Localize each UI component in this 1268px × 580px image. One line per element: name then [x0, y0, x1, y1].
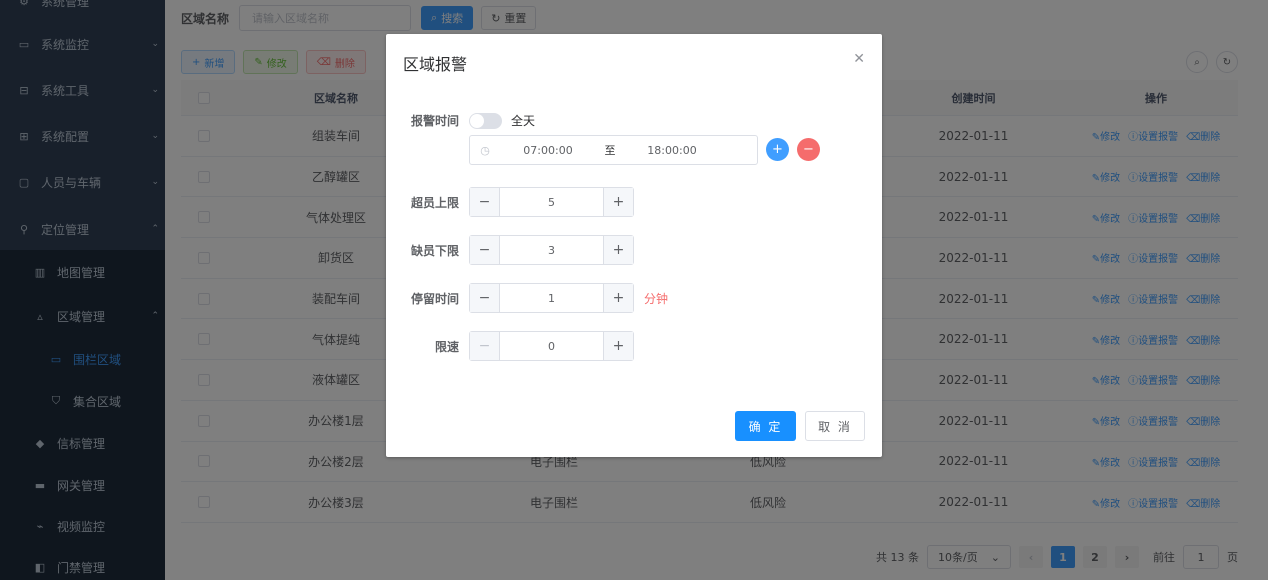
- close-icon[interactable]: ✕: [853, 51, 865, 67]
- alarm-time-row: 报警时间 全天: [386, 112, 535, 129]
- end-time[interactable]: 18:00:00: [624, 144, 720, 157]
- all-day-label: 全天: [511, 114, 536, 128]
- stay-time-label: 停留时间: [410, 291, 459, 306]
- decrement-button[interactable]: −: [470, 236, 500, 264]
- decrement-button[interactable]: −: [470, 188, 500, 216]
- over-limit-label: 超员上限: [410, 195, 459, 210]
- plus-icon: +: [772, 142, 783, 157]
- increment-button[interactable]: +: [603, 332, 633, 360]
- increment-button[interactable]: +: [603, 188, 633, 216]
- range-separator: 至: [604, 144, 616, 157]
- increment-button[interactable]: +: [603, 236, 633, 264]
- dialog-title: 区域报警: [403, 55, 468, 74]
- stay-time-unit: 分钟: [644, 291, 669, 306]
- clock-icon: ◷: [480, 143, 490, 157]
- add-time-range-button[interactable]: +: [766, 138, 789, 161]
- app-root: ⚙ 系统管理 ▭ 系统监控 ⌄ ⊟ 系统工具 ⌄ ⊞ 系统配置 ⌄ ▢ 人员与车…: [0, 0, 1268, 580]
- decrement-button[interactable]: −: [470, 284, 500, 312]
- under-limit-row: 缺员下限 − 3 +: [386, 235, 634, 265]
- start-time[interactable]: 07:00:00: [500, 144, 596, 157]
- alarm-time-label: 报警时间: [410, 114, 459, 128]
- increment-button[interactable]: +: [603, 284, 633, 312]
- speed-limit-label: 限速: [434, 339, 459, 354]
- confirm-button[interactable]: 确 定: [735, 411, 796, 441]
- stay-time-input[interactable]: 1: [500, 292, 603, 305]
- over-limit-stepper: − 5 +: [469, 187, 634, 217]
- minus-icon: −: [803, 142, 814, 157]
- stay-time-stepper: − 1 +: [469, 283, 634, 313]
- under-limit-stepper: − 3 +: [469, 235, 634, 265]
- all-day-switch[interactable]: [469, 112, 502, 129]
- speed-limit-stepper: − 0 +: [469, 331, 634, 361]
- cancel-button[interactable]: 取 消: [805, 411, 865, 441]
- under-limit-input[interactable]: 3: [500, 244, 603, 257]
- speed-limit-row: 限速 − 0 +: [386, 331, 634, 361]
- over-limit-row: 超员上限 − 5 +: [386, 187, 634, 217]
- stay-time-row: 停留时间 − 1 + 分钟: [386, 283, 668, 313]
- speed-limit-input[interactable]: 0: [500, 340, 603, 353]
- over-limit-input[interactable]: 5: [500, 196, 603, 209]
- decrement-button[interactable]: −: [470, 332, 500, 360]
- area-alarm-dialog: 区域报警 ✕ 报警时间 全天 ◷ 07:00:00 至 18:00:00 + −…: [386, 34, 882, 457]
- remove-time-range-button[interactable]: −: [797, 138, 820, 161]
- under-limit-label: 缺员下限: [410, 243, 459, 258]
- time-range-picker[interactable]: ◷ 07:00:00 至 18:00:00: [469, 135, 758, 165]
